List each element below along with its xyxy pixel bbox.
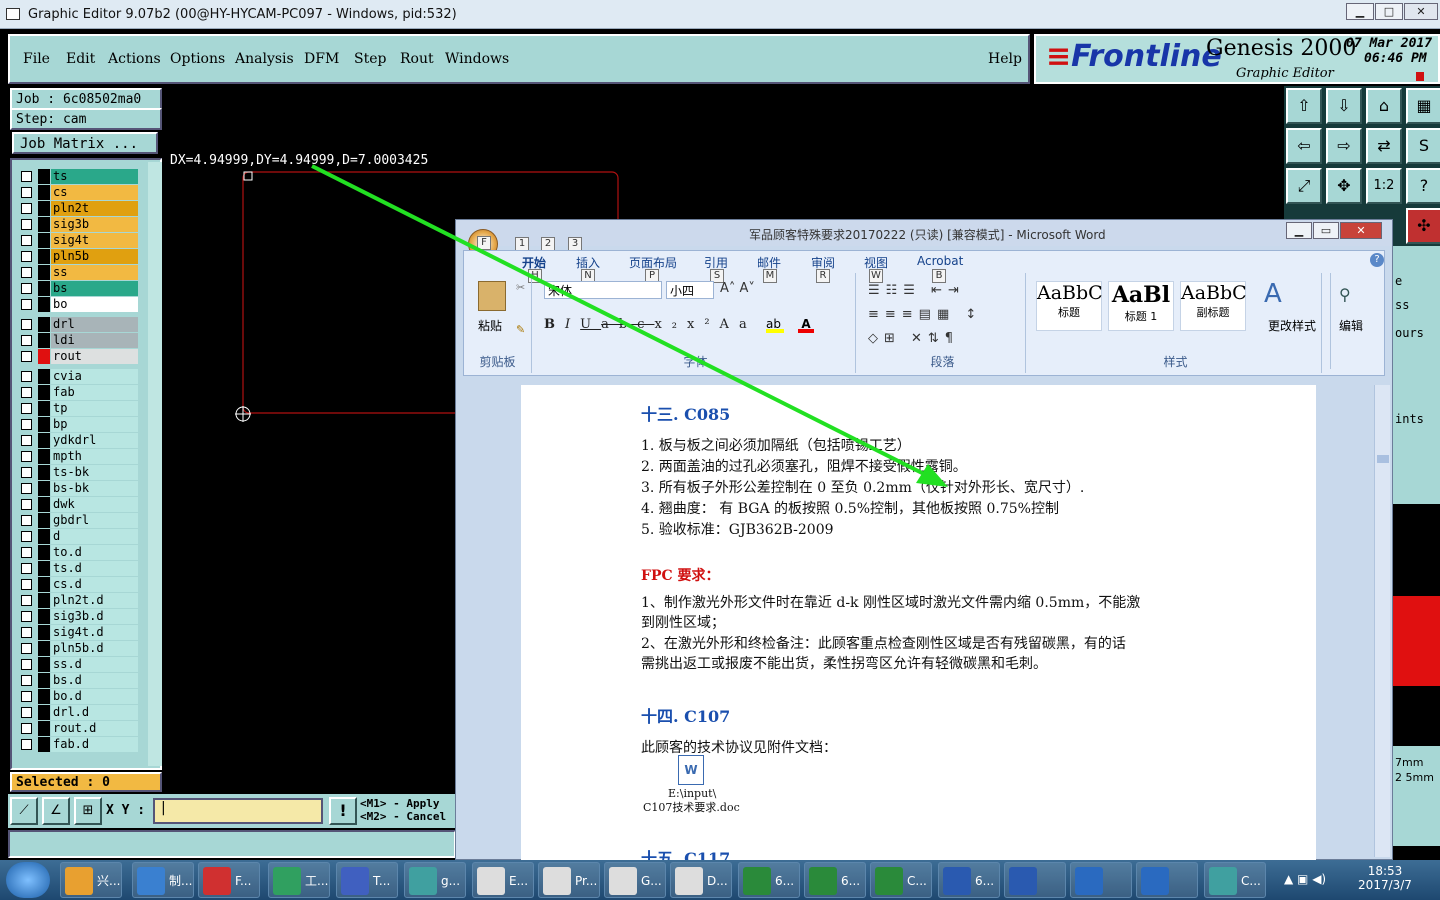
taskbar-app-icon xyxy=(65,867,93,895)
taskbar-app-icon xyxy=(1209,867,1237,895)
taskbar-app-icon xyxy=(137,867,165,895)
taskbar-item-label: 6... xyxy=(775,874,795,888)
taskbar-item-label: 6... xyxy=(841,874,861,888)
taskbar-item[interactable]: Pr... xyxy=(538,862,600,898)
taskbar-app-icon xyxy=(341,867,369,895)
taskbar-item-label: G... xyxy=(641,874,662,888)
taskbar-item[interactable]: 兴... xyxy=(60,862,122,898)
taskbar-app-icon xyxy=(409,867,437,895)
taskbar-item-label: D... xyxy=(707,874,728,888)
taskbar-item[interactable]: C... xyxy=(870,862,932,898)
taskbar-item[interactable]: F... xyxy=(198,862,260,898)
taskbar-item[interactable]: T... xyxy=(336,862,398,898)
taskbar-app-icon xyxy=(273,867,301,895)
taskbar-item-label: 工... xyxy=(305,874,329,888)
taskbar-item-label: 制... xyxy=(169,874,193,888)
taskbar-item-label: g... xyxy=(441,874,461,888)
taskbar-item[interactable]: 工... xyxy=(268,862,330,898)
taskbar-item[interactable] xyxy=(1070,862,1132,898)
tray-icons[interactable]: ▲ ▣ ◀) xyxy=(1284,872,1326,886)
taskbar-app-icon xyxy=(743,867,771,895)
taskbar-item[interactable]: C... xyxy=(1204,862,1266,898)
taskbar-item[interactable] xyxy=(1004,862,1066,898)
taskbar-app-icon xyxy=(203,867,231,895)
taskbar-item[interactable]: 制... xyxy=(132,862,194,898)
taskbar-app-icon xyxy=(675,867,703,895)
taskbar-item[interactable]: g... xyxy=(404,862,466,898)
taskbar-item-label: 兴... xyxy=(97,874,121,888)
taskbar-app-icon xyxy=(875,867,903,895)
taskbar: 兴... 制... F... 工... T... g... E... Pr... G... D..… xyxy=(0,860,1440,900)
taskbar-item-label: 6... xyxy=(975,874,995,888)
measure-arrow xyxy=(311,164,948,487)
taskbar-item[interactable]: G... xyxy=(604,862,666,898)
taskbar-app-icon xyxy=(543,867,571,895)
taskbar-item[interactable]: 6... xyxy=(938,862,1000,898)
taskbar-item[interactable]: E... xyxy=(472,862,534,898)
taskbar-app-icon xyxy=(943,867,971,895)
taskbar-app-icon xyxy=(1141,867,1169,895)
taskbar-item-label: F... xyxy=(235,874,252,888)
taskbar-app-icon xyxy=(809,867,837,895)
taskbar-app-icon xyxy=(477,867,505,895)
taskbar-item-label: C... xyxy=(1241,874,1261,888)
taskbar-app-icon xyxy=(1075,867,1103,895)
taskbar-app-icon xyxy=(609,867,637,895)
start-button[interactable] xyxy=(6,862,50,898)
taskbar-item[interactable] xyxy=(1136,862,1198,898)
taskbar-item-label: C... xyxy=(907,874,927,888)
taskbar-item[interactable]: 6... xyxy=(738,862,800,898)
taskbar-app-icon xyxy=(1009,867,1037,895)
taskbar-item[interactable]: D... xyxy=(670,862,732,898)
taskbar-item-label: E... xyxy=(509,874,529,888)
taskbar-item-label: Pr... xyxy=(575,874,598,888)
taskbar-item[interactable]: 6... xyxy=(804,862,866,898)
taskbar-item-label: T... xyxy=(373,874,391,888)
clock[interactable]: 18:53 2017/3/7 xyxy=(1355,864,1415,892)
